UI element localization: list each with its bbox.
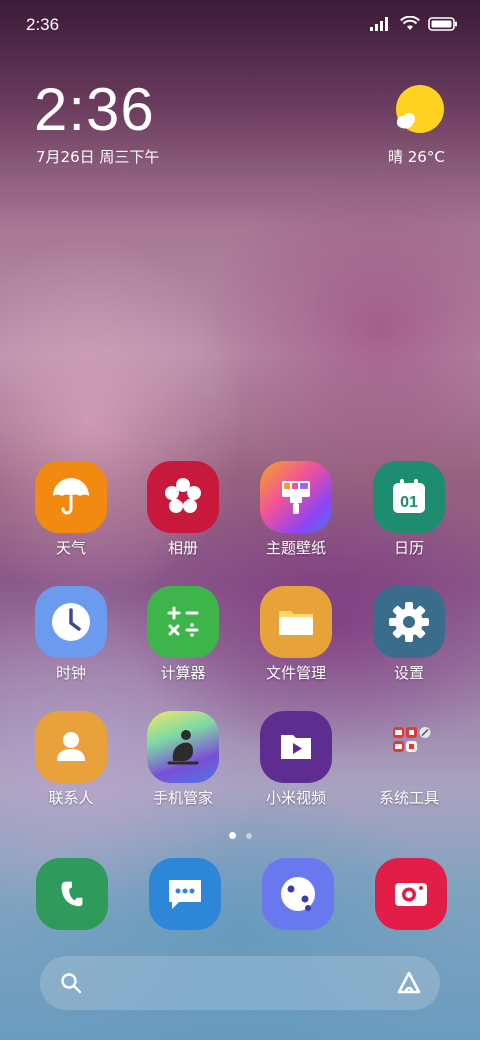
app-security[interactable]: 手机管家 [131, 711, 235, 808]
app-label: 相册 [167, 539, 198, 557]
assistant-icon[interactable] [396, 970, 422, 996]
app-weather[interactable]: 天气 [19, 461, 123, 558]
calendar-icon: 01 [373, 461, 445, 533]
app-label: 系统工具 [378, 789, 439, 807]
dock-browser[interactable] [262, 858, 334, 930]
umbrella-icon [35, 461, 107, 533]
wifi-icon [400, 16, 420, 30]
dock-messages[interactable] [149, 858, 221, 930]
app-label: 天气 [55, 539, 86, 557]
app-label: 手机管家 [152, 789, 213, 807]
app-label: 时钟 [55, 664, 86, 682]
app-label: 文件管理 [265, 664, 326, 682]
search-icon [61, 973, 82, 994]
status-time: 2:36 [26, 15, 60, 34]
app-contacts[interactable]: 联系人 [19, 711, 123, 808]
app-label: 计算器 [160, 664, 206, 682]
status-bar: 2:36 [0, 0, 480, 50]
phone-icon [61, 881, 83, 907]
app-label: 联系人 [48, 789, 94, 807]
weather-sunny-icon[interactable] [392, 85, 444, 137]
dock-phone[interactable] [36, 858, 108, 930]
calendar-day-text: 01 [400, 494, 418, 511]
person-icon [35, 711, 107, 783]
signal-icon [370, 16, 388, 31]
page-dot-active[interactable] [228, 832, 236, 839]
calculator-icon [147, 586, 219, 658]
app-label: 设置 [393, 664, 424, 682]
app-settings[interactable]: 设置 [357, 586, 461, 683]
folder-icon [260, 586, 332, 658]
weather-text: 晴 26°C [388, 148, 445, 166]
video-icon [260, 711, 332, 783]
shield-person-icon [147, 711, 219, 783]
page-indicator[interactable] [0, 832, 480, 839]
app-folder-system-tools[interactable]: 系统工具 [357, 711, 461, 808]
message-icon [169, 880, 201, 909]
gear-icon [373, 586, 445, 658]
battery-icon [428, 16, 457, 31]
app-label: 日历 [393, 539, 424, 557]
app-label: 小米视频 [265, 789, 326, 807]
app-gallery[interactable]: 相册 [131, 461, 235, 558]
app-label: 主题壁纸 [265, 539, 326, 557]
app-file-manager[interactable]: 文件管理 [244, 586, 348, 683]
folder-grid-icon [373, 711, 445, 783]
status-icons [370, 16, 458, 31]
page-dot[interactable] [245, 832, 252, 839]
clock-widget-time[interactable]: 2:36 [34, 78, 155, 142]
app-calendar[interactable]: 01 日历 [357, 461, 461, 558]
search-bar[interactable] [40, 956, 440, 1010]
paintbrush-icon [260, 461, 332, 533]
dock-camera[interactable] [375, 858, 447, 930]
browser-icon [281, 877, 315, 911]
app-mi-video[interactable]: 小米视频 [244, 711, 348, 808]
app-clock[interactable]: 时钟 [19, 586, 123, 683]
clock-widget-date: 7月26日 周三下午 [36, 148, 160, 166]
app-themes[interactable]: 主题壁纸 [244, 461, 348, 558]
app-calculator[interactable]: 计算器 [131, 586, 235, 683]
clock-icon [35, 586, 107, 658]
flower-icon [147, 461, 219, 533]
camera-icon [395, 883, 427, 906]
